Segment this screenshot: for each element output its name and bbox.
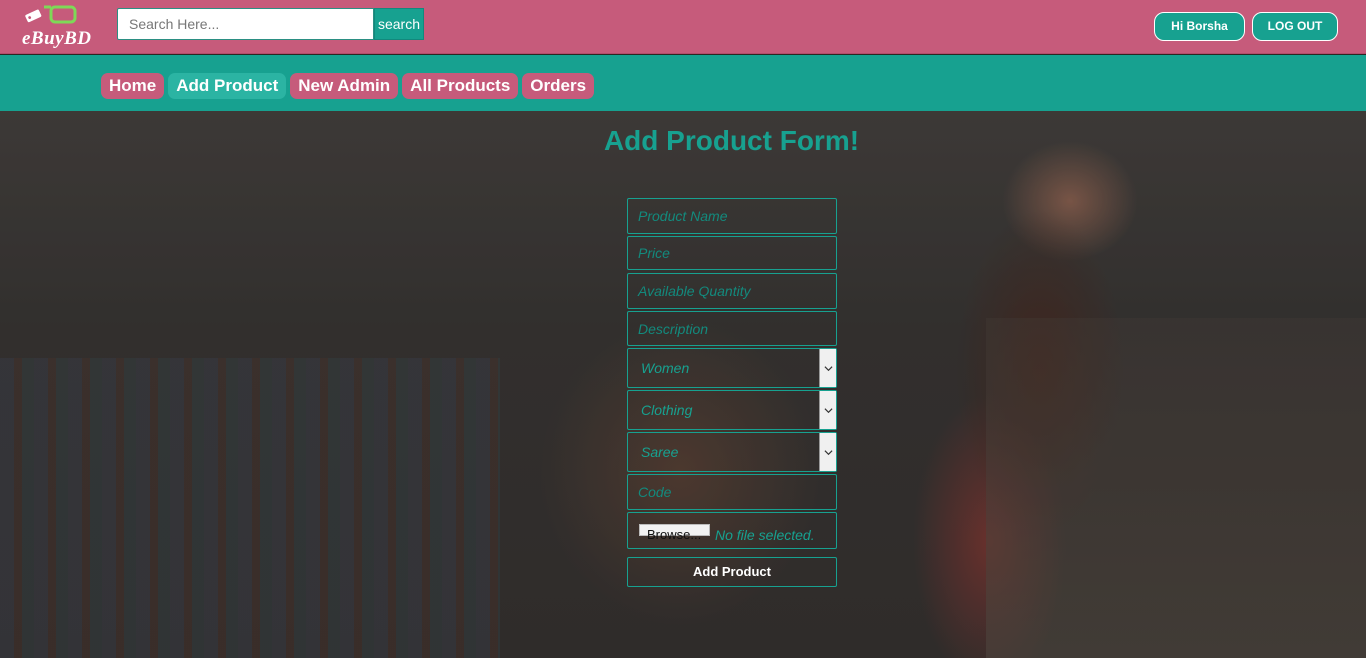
search-input[interactable] [117,8,374,40]
form-title: Add Product Form! [603,125,860,156]
category-selected-value: Women [641,360,690,376]
main-navbar: Home Add Product New Admin All Products … [0,55,1366,111]
chevron-down-icon[interactable] [819,349,836,387]
header-bar: eBuyBD search Hi Borsha LOG OUT [0,0,1366,54]
subcategory-selected-value: Clothing [641,402,693,418]
quantity-placeholder: Available Quantity [638,283,751,299]
description-field[interactable]: Description [627,311,837,346]
product-name-placeholder: Product Name [638,208,728,224]
chevron-down-icon[interactable] [819,391,836,429]
search-button[interactable]: search [374,8,424,40]
type-select[interactable]: Saree [627,432,837,472]
site-logo[interactable]: eBuyBD [20,4,104,50]
subcategory-select[interactable]: Clothing [627,390,837,430]
logout-button[interactable]: LOG OUT [1252,12,1338,41]
shopping-cart-tag-icon [24,5,77,24]
type-selected-value: Saree [641,444,679,460]
file-status-text: No file selected. [715,527,815,543]
logo-text: eBuyBD [22,28,92,49]
price-placeholder: Price [638,245,670,261]
user-greeting-button[interactable]: Hi Borsha [1154,12,1245,41]
add-product-button[interactable]: Add Product [627,557,837,587]
nav-item-home[interactable]: Home [101,73,165,99]
price-field[interactable]: Price [627,236,837,270]
browse-label: Browse... [647,527,702,542]
category-select[interactable]: Women [627,348,837,388]
nav-item-new-admin[interactable]: New Admin [290,73,399,99]
code-placeholder: Code [638,484,672,500]
nav-item-all-products[interactable]: All Products [402,73,519,99]
chevron-down-icon[interactable] [819,433,836,471]
product-name-field[interactable]: Product Name [627,198,837,234]
search-bar: search [117,8,424,40]
quantity-field[interactable]: Available Quantity [627,273,837,309]
browse-button[interactable]: Browse... [639,524,710,542]
nav-menu: Home Add Product New Admin All Products … [101,73,595,99]
description-placeholder: Description [638,321,709,337]
image-file-input: Browse... No file selected. [627,512,837,549]
nav-item-add-product[interactable]: Add Product [168,73,287,99]
code-field[interactable]: Code [627,474,837,510]
nav-item-orders[interactable]: Orders [522,73,595,99]
hero-background: Add Product Form! Product Name Price Ava… [0,111,1366,658]
